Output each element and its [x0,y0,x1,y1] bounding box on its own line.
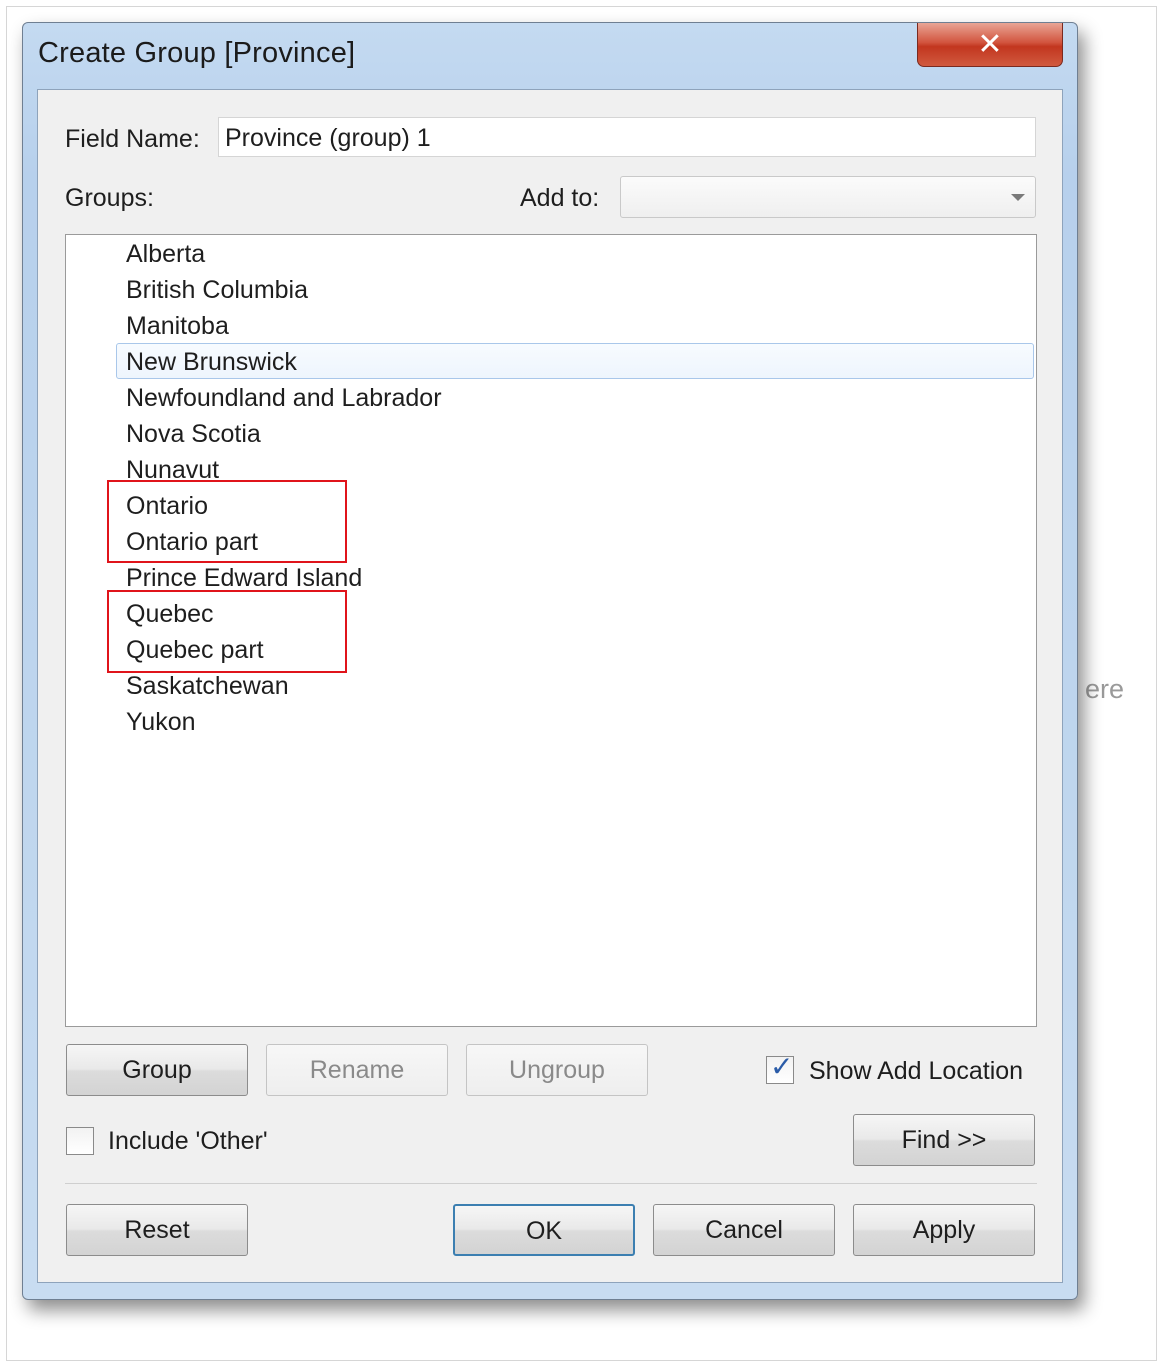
ok-button[interactable]: OK [453,1204,635,1256]
list-item[interactable]: Yukon [126,705,196,739]
ungroup-button[interactable]: Ungroup [466,1044,648,1096]
cancel-button[interactable]: Cancel [653,1204,835,1256]
show-add-location-label: Show Add Location [809,1057,1024,1085]
dialog-content: Field Name: Province (group) 1 Groups: A… [37,89,1063,1283]
list-item[interactable]: Newfoundland and Labrador [126,381,442,415]
separator [65,1183,1037,1184]
checkmark-icon: ✓ [770,1051,794,1082]
find-button[interactable]: Find >> [853,1114,1035,1166]
dialog-title: Create Group [Province] [38,37,356,69]
list-item[interactable]: New Brunswick [126,345,297,379]
chevron-down-icon[interactable] [1011,194,1025,201]
apply-button[interactable]: Apply [853,1204,1035,1256]
close-button[interactable]: ✕ [917,23,1063,67]
list-item[interactable]: Saskatchewan [126,669,289,703]
reset-button[interactable]: Reset [66,1204,248,1256]
field-name-label: Field Name: [65,125,200,153]
include-other-label: Include 'Other' [108,1127,268,1155]
background-partial-text: ere [1085,674,1125,704]
include-other-checkbox[interactable] [66,1127,94,1155]
close-icon: ✕ [977,27,1003,61]
list-item[interactable]: Nova Scotia [126,417,261,451]
highlight-box-ontario [107,480,347,563]
list-item[interactable]: Alberta [126,237,205,271]
add-to-dropdown[interactable] [620,176,1036,218]
show-add-location-checkbox[interactable]: ✓ [766,1051,794,1084]
groups-label: Groups: [65,184,154,212]
group-button[interactable]: Group [66,1044,248,1096]
add-to-label: Add to: [520,184,600,212]
list-item[interactable]: British Columbia [126,273,308,307]
highlight-box-quebec [107,590,347,673]
groups-listbox[interactable]: Alberta British Columbia Manitoba New Br… [65,234,1037,1027]
rename-button[interactable]: Rename [266,1044,448,1096]
list-item[interactable]: Manitoba [126,309,229,343]
create-group-dialog: Create Group [Province] ✕ Field Name: Pr… [22,22,1078,1300]
field-name-input[interactable]: Province (group) 1 [218,117,1036,157]
